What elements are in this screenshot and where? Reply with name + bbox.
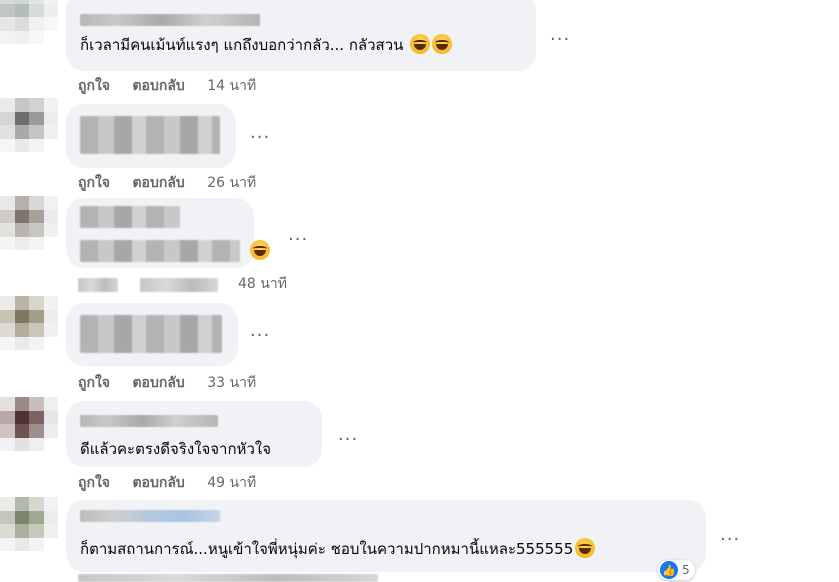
laughing-face-icon xyxy=(432,34,453,54)
comment-text-redacted xyxy=(80,240,240,262)
avatar[interactable] xyxy=(0,497,58,551)
like-link[interactable]: ถูกใจ xyxy=(78,375,110,391)
avatar[interactable] xyxy=(0,397,58,451)
author-name-redacted xyxy=(80,14,260,26)
reaction-badge[interactable]: 👍 5 xyxy=(658,560,695,580)
author-name-redacted xyxy=(80,510,220,522)
more-options-button[interactable]: ... xyxy=(338,426,358,444)
avatar[interactable] xyxy=(0,0,58,44)
reaction-count: 5 xyxy=(682,563,690,577)
avatar[interactable] xyxy=(0,98,58,152)
more-options-button[interactable]: ... xyxy=(250,322,270,340)
like-link[interactable]: ถูกใจ xyxy=(78,78,110,94)
avatar[interactable] xyxy=(0,296,58,350)
comment-bubble: ก็ตามสถานการณ์...หนูเข้าใจพี่หนุ่มค่ะ ชอ… xyxy=(66,500,706,572)
thumbs-up-icon: 👍 xyxy=(660,561,678,579)
comment-text-redacted xyxy=(80,315,222,353)
comment-bubble xyxy=(66,198,254,268)
laughing-face-icon xyxy=(575,538,596,558)
comment-text: ก็เวลามีคนเม้นท์แรงๆ แกถึงบอกว่ากลัว... … xyxy=(80,34,453,55)
comment-actions-redacted xyxy=(78,574,378,582)
reply-link[interactable]: ตอบกลับ xyxy=(132,375,184,391)
avatar[interactable] xyxy=(0,196,58,250)
like-link[interactable]: ถูกใจ xyxy=(78,475,110,491)
laughing-face-icon xyxy=(410,34,431,54)
laughing-face-icon xyxy=(250,240,270,260)
timestamp[interactable]: 26 นาที xyxy=(207,175,256,191)
comment-text: ก็ตามสถานการณ์...หนูเข้าใจพี่หนุ่มค่ะ ชอ… xyxy=(80,538,596,559)
comment-actions: ถูกใจ ตอบกลับ 33 นาที xyxy=(78,374,256,392)
reply-link[interactable]: ตอบกลับ xyxy=(132,175,184,191)
reply-link[interactable]: ตอบกลับ xyxy=(132,475,184,491)
comment-actions: ถูกใจ ตอบกลับ 26 นาที xyxy=(78,174,256,192)
more-options-button[interactable]: ... xyxy=(720,526,740,544)
more-options-button[interactable]: ... xyxy=(550,26,570,44)
comment-text: ดีแล้วคะตรงดีจริงใจจากหัวใจ xyxy=(80,440,271,458)
more-options-button[interactable]: ... xyxy=(250,124,270,142)
reply-link[interactable]: ตอบกลับ xyxy=(132,78,184,94)
comment-bubble: ก็เวลามีคนเม้นท์แรงๆ แกถึงบอกว่ากลัว... … xyxy=(66,0,536,71)
comment-bubble: ดีแล้วคะตรงดีจริงใจจากหัวใจ xyxy=(66,401,322,467)
timestamp[interactable]: 14 นาที xyxy=(207,78,256,94)
timestamp[interactable]: 33 นาที xyxy=(207,375,256,391)
author-name-redacted xyxy=(80,206,180,228)
reply-link-redacted[interactable] xyxy=(140,278,218,292)
timestamp[interactable]: 48 นาที xyxy=(238,275,287,293)
more-options-button[interactable]: ... xyxy=(288,226,308,244)
comment-bubble xyxy=(66,104,236,168)
timestamp[interactable]: 49 นาที xyxy=(207,475,256,491)
author-name-redacted xyxy=(80,415,218,427)
comment-bubble xyxy=(66,303,238,366)
comment-actions: ถูกใจ ตอบกลับ 14 นาที xyxy=(78,77,256,95)
comment-text-redacted xyxy=(80,116,220,154)
like-link-redacted[interactable] xyxy=(78,278,118,292)
comment-actions: ถูกใจ ตอบกลับ 49 นาที xyxy=(78,474,256,492)
like-link[interactable]: ถูกใจ xyxy=(78,175,110,191)
